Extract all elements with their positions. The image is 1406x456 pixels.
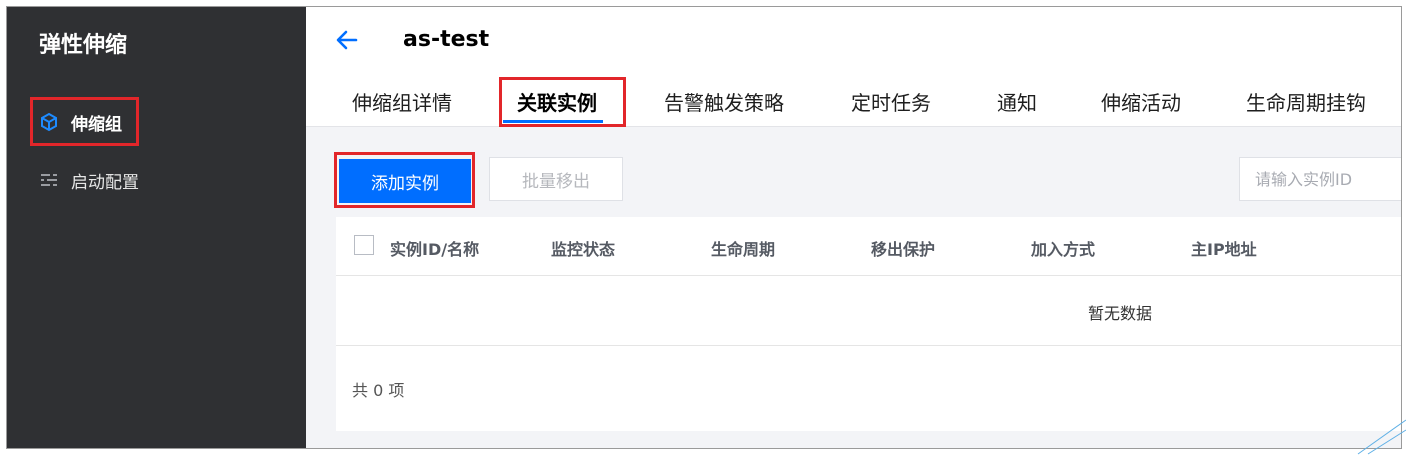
column-header: 加入方式 [1031, 240, 1096, 259]
tab-lifecycle-hooks[interactable]: 生命周期挂钩 [1246, 87, 1366, 116]
column-header: 监控状态 [551, 240, 616, 259]
tab-notifications[interactable]: 通知 [997, 87, 1037, 116]
column-header: 移出保护 [871, 240, 936, 259]
highlight-box [334, 152, 475, 208]
arrow-left-icon[interactable] [334, 27, 360, 53]
tab-scheduled-tasks[interactable]: 定时任务 [851, 87, 931, 116]
tab-alarm-policy[interactable]: 告警触发策略 [664, 87, 784, 116]
sidebar: 弹性伸缩 伸缩组 启动配置 [7, 7, 306, 448]
sidebar-item-label: 启动配置 [71, 172, 139, 193]
empty-state-row: 暂无数据 [336, 275, 1401, 346]
column-header: 实例ID/名称 [390, 240, 480, 259]
sidebar-item-launch-config[interactable]: 启动配置 [39, 165, 139, 195]
column-header: 主IP地址 [1191, 240, 1257, 259]
sliders-icon [39, 170, 59, 190]
table-header: 实例ID/名称 监控状态 生命周期 移出保护 加入方式 主IP地址 [336, 217, 1401, 276]
select-all-checkbox[interactable] [354, 235, 374, 255]
column-header: 生命周期 [711, 240, 776, 259]
corner-decoration-icon [1357, 419, 1406, 455]
tab-group-details[interactable]: 伸缩组详情 [352, 87, 452, 116]
batch-remove-button: 批量移出 [489, 157, 623, 201]
page-title: as-test [403, 27, 490, 52]
instance-search-input[interactable] [1239, 157, 1401, 201]
instance-table: 实例ID/名称 监控状态 生命周期 移出保护 加入方式 主IP地址 暂无数据 共… [336, 217, 1401, 431]
tab-scaling-activities[interactable]: 伸缩活动 [1101, 87, 1181, 116]
empty-state-text: 暂无数据 [1088, 304, 1153, 323]
highlight-box [499, 77, 626, 127]
highlight-box [30, 97, 139, 146]
page-header: as-test 伸缩组详情 关联实例 告警触发策略 定时任务 通知 伸缩活动 生… [306, 7, 1401, 127]
main-content: as-test 伸缩组详情 关联实例 告警触发策略 定时任务 通知 伸缩活动 生… [306, 7, 1401, 448]
app-window: 弹性伸缩 伸缩组 启动配置 as-test 伸缩组详情 关联实例 告警触发策略 … [6, 6, 1402, 449]
total-count: 共 0 项 [352, 381, 405, 400]
sidebar-title: 弹性伸缩 [39, 33, 128, 58]
